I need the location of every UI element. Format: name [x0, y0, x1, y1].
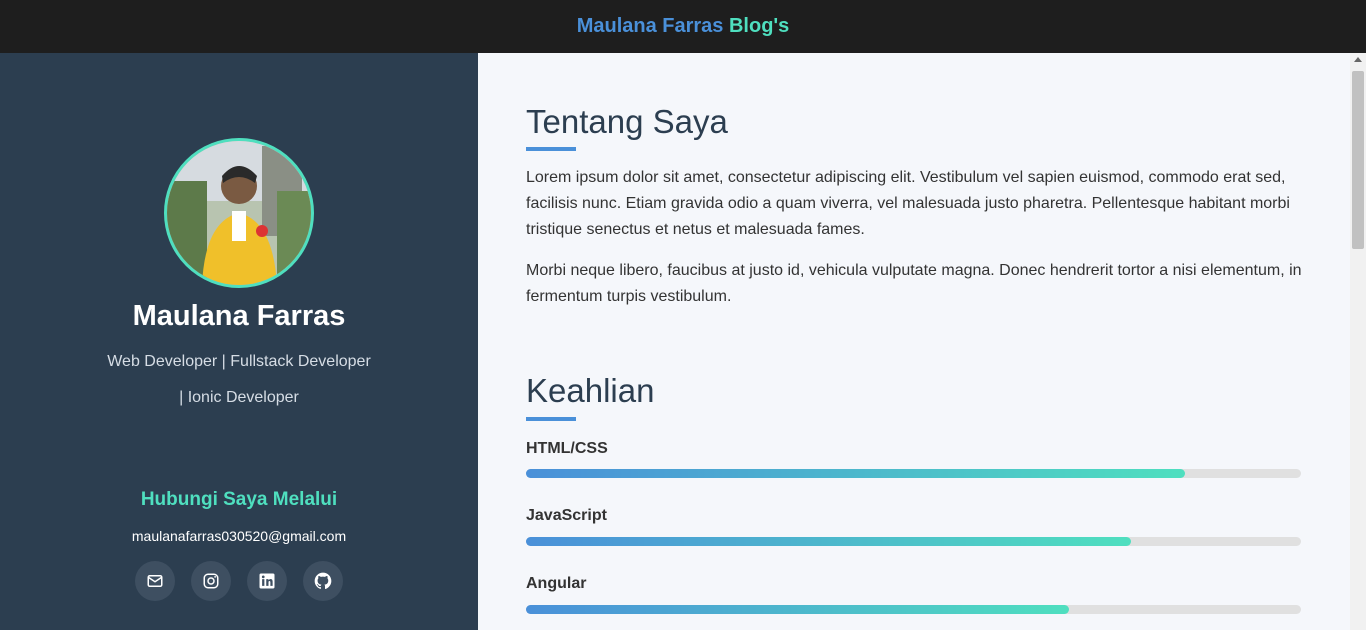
- contact-email[interactable]: maulanafarras030520@gmail.com: [0, 528, 478, 544]
- instagram-icon: [203, 573, 219, 589]
- about-title: Tentang Saya: [526, 103, 728, 140]
- instagram-button[interactable]: [191, 561, 231, 601]
- mail-button[interactable]: [135, 561, 175, 601]
- skill-progress-track: [526, 605, 1301, 614]
- scrollbar-thumb[interactable]: [1352, 71, 1364, 249]
- linkedin-icon: [259, 573, 275, 589]
- skill-label: JavaScript: [526, 507, 607, 524]
- brand-name: Maulana Farras: [576, 15, 724, 37]
- skills-title-underline: [526, 417, 576, 421]
- skill-label: HTML/CSS: [526, 440, 608, 457]
- github-icon: [314, 572, 332, 590]
- scroll-up-arrow-icon[interactable]: [1354, 57, 1362, 62]
- avatar-photo: [167, 141, 311, 285]
- contact-title: Hubungi Saya Melalui: [140, 489, 338, 510]
- skill-progress-fill: [526, 537, 1131, 546]
- skills-title: Keahlian: [526, 372, 655, 409]
- profile-sidebar: Maulana Farras Web Developer | Fullstack…: [0, 53, 478, 630]
- profile-name: Maulana Farras: [132, 300, 346, 332]
- skill-progress-track: [526, 537, 1301, 546]
- brand-logo[interactable]: Maulana Farras Blog's: [577, 15, 790, 38]
- github-button[interactable]: [303, 561, 343, 601]
- skill-label: Angular: [526, 575, 587, 592]
- main-content: Tentang Saya Lorem ipsum dolor sit amet,…: [478, 53, 1350, 630]
- skill-progress-fill: [526, 605, 1069, 614]
- vertical-scrollbar[interactable]: [1350, 53, 1366, 630]
- about-paragraph-2: Morbi neque libero, faucibus at justo id…: [526, 262, 1302, 305]
- skill-progress-track: [526, 469, 1301, 478]
- brand-suffix: Blog's: [728, 15, 790, 37]
- mail-icon: [147, 575, 163, 587]
- avatar: [164, 138, 314, 288]
- skill-progress-fill: [526, 469, 1185, 478]
- about-title-underline: [526, 147, 576, 151]
- linkedin-button[interactable]: [247, 561, 287, 601]
- about-paragraph-1: Lorem ipsum dolor sit amet, consectetur …: [526, 169, 1290, 238]
- profile-role-line1: Web Developer | Fullstack Developer: [107, 353, 371, 370]
- top-navbar: Maulana Farras Blog's: [0, 0, 1366, 53]
- profile-role-line2: | Ionic Developer: [179, 389, 299, 406]
